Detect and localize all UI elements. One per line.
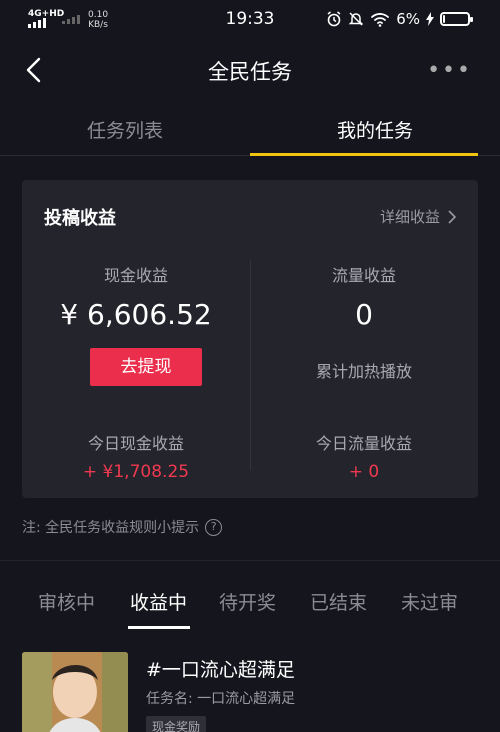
earnings-title: 投稿收益 [44, 208, 116, 229]
rules-tip[interactable]: 注: 全民任务收益规则小提示 ? [22, 517, 223, 537]
mute-bell-icon [348, 12, 364, 26]
detail-earnings-link[interactable]: 详细收益 [380, 206, 456, 227]
tab-my-tasks[interactable]: 我的任务 [250, 116, 500, 143]
chevron-right-icon [448, 209, 456, 224]
divider [0, 560, 500, 561]
heat-play-caption: 累计加热播放 [315, 362, 412, 381]
cash-earnings-value: ¥ 6,606.52 [60, 298, 212, 331]
task-title[interactable]: #一口流心超满足 [146, 655, 295, 682]
active-status-indicator [128, 626, 190, 629]
charging-icon [426, 12, 434, 26]
alarm-icon [327, 11, 341, 27]
tab-pending-draw[interactable]: 待开奖 [219, 588, 276, 615]
today-cash-label: 今日现金收益 [87, 434, 184, 453]
earnings-card: 投稿收益 详细收益 现金收益 ¥ 6,606.52 去提现 今日现金收益 + ¥… [22, 180, 478, 498]
tab-earning[interactable]: 收益中 [130, 588, 187, 615]
page-title: 全民任务 [208, 60, 292, 84]
tab-rejected[interactable]: 未过审 [401, 588, 458, 615]
battery-percent: 6% [396, 10, 420, 28]
thumbnail-image [22, 652, 128, 732]
more-options-icon[interactable]: ••• [427, 58, 472, 83]
task-name: 任务名: 一口流心超满足 [146, 691, 296, 707]
status-tab-bar: 审核中 收益中 待开奖 已结束 未过审 [0, 588, 500, 632]
status-bar: 4G+HD 0.10 KB/s 19:33 6% [0, 0, 500, 40]
traffic-earnings-label: 流量收益 [331, 266, 396, 285]
reward-tag: 现金奖励 [146, 716, 207, 732]
question-icon: ? [205, 518, 223, 536]
battery-fill [443, 15, 445, 23]
traffic-earnings-value: 0 [355, 298, 373, 331]
tab-ended[interactable]: 已结束 [310, 588, 367, 615]
top-tab-bar: 任务列表 我的任务 [0, 104, 500, 156]
battery-icon [440, 12, 473, 26]
wifi-icon [371, 13, 390, 27]
active-tab-indicator [250, 153, 478, 156]
status-icons: 6% [326, 10, 473, 28]
withdraw-button[interactable]: 去提现 [90, 348, 202, 386]
today-cash-value: + ¥1,708.25 [82, 462, 190, 482]
today-traffic-value: + 0 [348, 462, 380, 482]
rules-tip-text: 注: 全民任务收益规则小提示 [22, 520, 200, 536]
tab-task-list[interactable]: 任务列表 [0, 116, 250, 143]
task-thumbnail[interactable] [22, 652, 128, 732]
detail-earnings-label: 详细收益 [379, 208, 440, 226]
cash-earnings-label: 现金收益 [103, 266, 168, 285]
today-traffic-label: 今日流量收益 [315, 434, 412, 453]
tab-reviewing[interactable]: 审核中 [38, 588, 95, 615]
